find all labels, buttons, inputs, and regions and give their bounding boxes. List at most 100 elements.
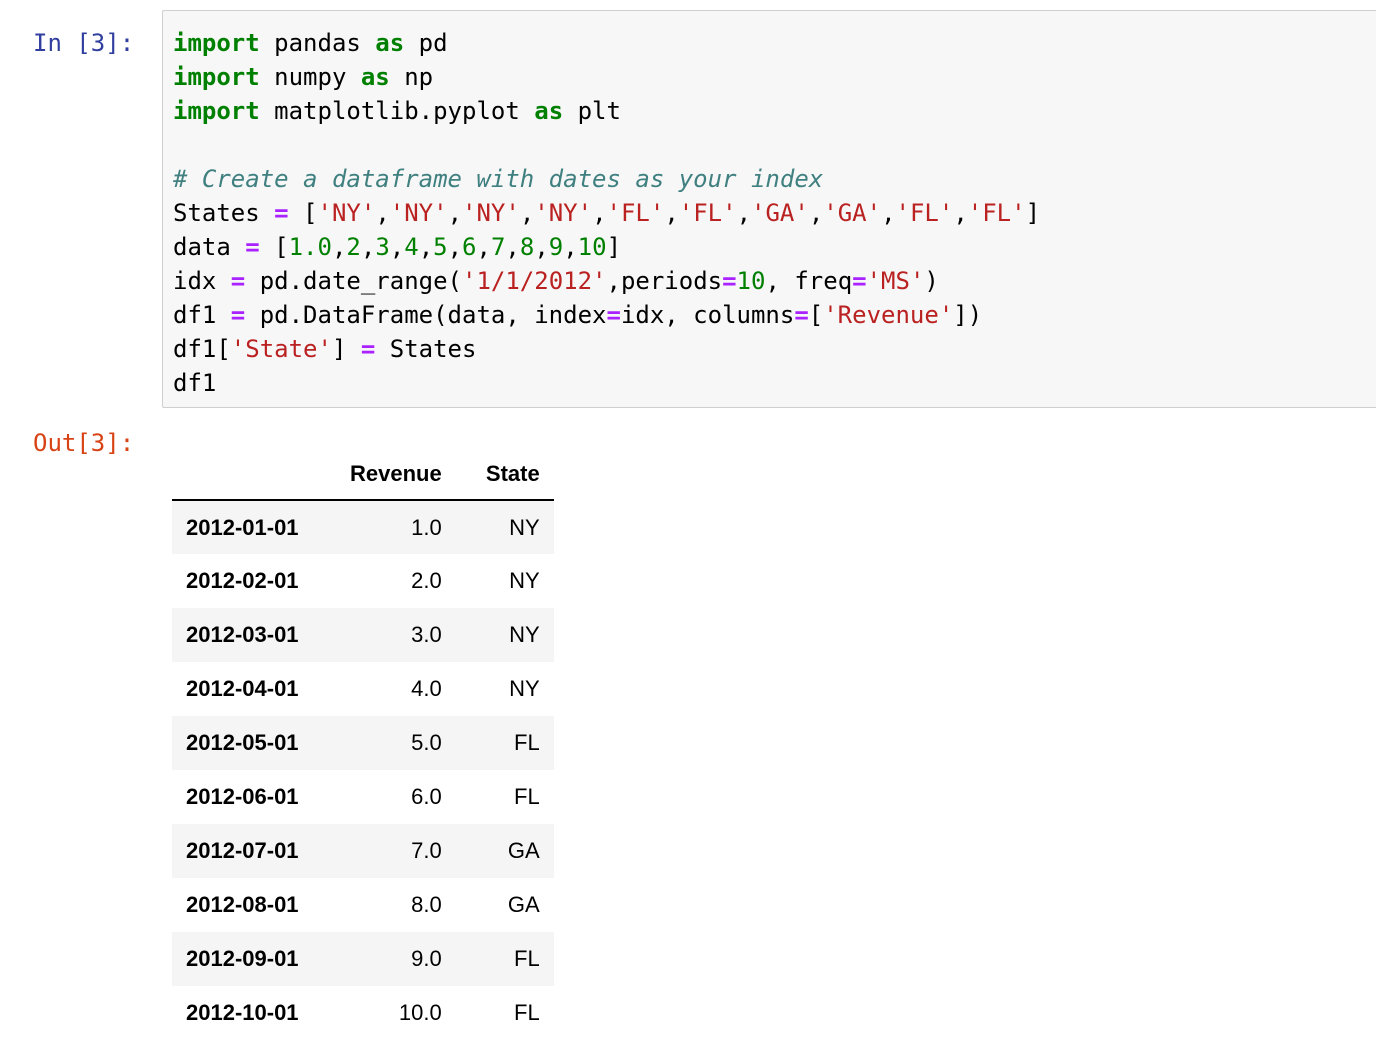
cell-revenue: 1.0 xyxy=(411,514,442,540)
code-line: data = [1.0,2,3,4,5,6,7,8,9,10] xyxy=(173,230,1040,264)
code-line: States = ['NY','NY','NY','NY','FL','FL',… xyxy=(173,196,1040,230)
table-row: 2012-04-01 4.0 NY xyxy=(172,662,554,716)
table-row: 2012-01-01 1.0 NY xyxy=(172,500,554,554)
table-row: 2012-05-01 5.0 FL xyxy=(172,716,554,770)
code-token: , freq xyxy=(765,267,853,295)
cell-revenue: 4.0 xyxy=(411,676,442,701)
code-token: ,periods xyxy=(606,267,723,295)
cell-state: NY xyxy=(509,622,540,647)
index-header xyxy=(172,448,336,501)
code-token: , xyxy=(664,199,679,227)
code-line: idx = pd.date_range('1/1/2012',periods=1… xyxy=(173,264,1040,298)
output-prompt: Out[3]: xyxy=(33,429,135,457)
code-token: plt xyxy=(563,97,621,125)
code-token: = xyxy=(606,301,621,329)
code-token: ] xyxy=(1025,199,1041,227)
code-token: 'GA' xyxy=(823,199,882,227)
cell-revenue: 6.0 xyxy=(411,784,442,809)
cell-state: NY xyxy=(509,568,540,593)
code-token: = xyxy=(360,335,376,363)
code-line: import pandas as pd xyxy=(173,26,1040,60)
code-line: # Create a dataframe with dates as your … xyxy=(173,162,1040,196)
code-token: 'GA' xyxy=(751,199,809,227)
code-token: , xyxy=(534,233,549,261)
code-token: pandas xyxy=(259,29,376,57)
input-cell[interactable]: In [3]: import pandas as pd import numpy … xyxy=(0,10,1376,410)
code-token: , xyxy=(736,199,752,227)
code-token: 'FL' xyxy=(967,199,1026,227)
code-token: ] xyxy=(331,335,361,363)
cell-state: FL xyxy=(514,784,540,809)
code-token: , xyxy=(519,199,535,227)
code-token: 'State' xyxy=(230,335,332,363)
code-token: pd xyxy=(404,29,448,57)
code-token: , xyxy=(447,233,463,261)
table-row: 2012-02-01 2.0 NY xyxy=(172,554,554,608)
code-token: 7 xyxy=(490,233,506,261)
code-token: , xyxy=(476,233,491,261)
code-token: States xyxy=(375,335,477,363)
code-token: 'NY' xyxy=(389,199,448,227)
code-token: 9 xyxy=(548,233,564,261)
code-line: df1 = pd.DataFrame(data, index=idx, colu… xyxy=(173,298,1040,332)
code-token: , xyxy=(881,199,896,227)
code-token: 5 xyxy=(433,233,448,261)
code-token: as xyxy=(534,97,564,125)
row-index: 2012-06-01 xyxy=(186,784,299,809)
code-line: df1['State'] = States xyxy=(173,332,1040,366)
code-token: = xyxy=(274,199,289,227)
row-index: 2012-01-01 xyxy=(186,514,299,540)
input-prompt: In [3]: xyxy=(33,29,135,57)
row-index: 2012-10-01 xyxy=(186,1000,299,1025)
code-token: 'NY' xyxy=(462,199,520,227)
code-token: df1[ xyxy=(173,335,231,363)
code-token: = xyxy=(722,267,737,295)
cell-state: NY xyxy=(509,514,540,540)
cell-revenue: 7.0 xyxy=(411,838,442,863)
code-token: , xyxy=(418,233,434,261)
code-token: idx xyxy=(173,267,231,295)
code-token: 'NY' xyxy=(317,199,376,227)
code-token: = xyxy=(245,233,260,261)
code-token: 4 xyxy=(404,233,419,261)
code-token: # Create a dataframe with dates as your … xyxy=(173,165,824,193)
table-row: 2012-06-01 6.0 FL xyxy=(172,770,554,824)
code-token: 6 xyxy=(462,233,477,261)
code-token: df1 xyxy=(173,369,217,397)
code-token: '1/1/2012' xyxy=(462,267,607,295)
code-token: 'FL' xyxy=(606,199,665,227)
code-content[interactable]: import pandas as pd import numpy as np imp… xyxy=(173,26,1040,400)
code-token: ) xyxy=(924,267,939,295)
table-row: 2012-03-01 3.0 NY xyxy=(172,608,554,662)
code-token: 10 xyxy=(577,233,607,261)
cell-revenue: 3.0 xyxy=(411,622,442,647)
code-editor[interactable]: import pandas as pd import numpy as np imp… xyxy=(162,10,1376,408)
cell-state: FL xyxy=(514,1000,540,1025)
code-token: , xyxy=(447,199,463,227)
code-line: import numpy as np xyxy=(173,60,1040,94)
code-token: [ xyxy=(259,233,289,261)
row-index: 2012-02-01 xyxy=(186,568,299,593)
cell-revenue: 5.0 xyxy=(411,730,442,755)
code-token: = xyxy=(852,267,867,295)
table-row: 2012-08-01 8.0 GA xyxy=(172,878,554,932)
dataframe-table: Revenue State 2012-01-01 1.0 NY 2012-02-01 2… xyxy=(172,448,554,1040)
row-index: 2012-04-01 xyxy=(186,676,299,701)
row-index: 2012-03-01 xyxy=(186,622,299,647)
code-token: pd.date_range( xyxy=(245,267,462,295)
code-token: import xyxy=(173,63,260,91)
code-token: States xyxy=(173,199,275,227)
code-token: , xyxy=(505,233,520,261)
code-token: [ xyxy=(808,301,824,329)
code-token: ]) xyxy=(953,301,983,329)
row-index: 2012-08-01 xyxy=(186,892,299,917)
output-area: Revenue State 2012-01-01 1.0 NY 2012-02-01 2… xyxy=(172,448,554,1040)
code-token: , xyxy=(389,233,405,261)
column-header-state: State xyxy=(455,448,554,501)
code-token: = xyxy=(230,301,246,329)
code-token: idx, columns xyxy=(620,301,795,329)
table-row: 2012-10-01 10.0 FL xyxy=(172,986,554,1040)
code-token: numpy xyxy=(259,63,361,91)
code-token: 'NY' xyxy=(534,199,593,227)
